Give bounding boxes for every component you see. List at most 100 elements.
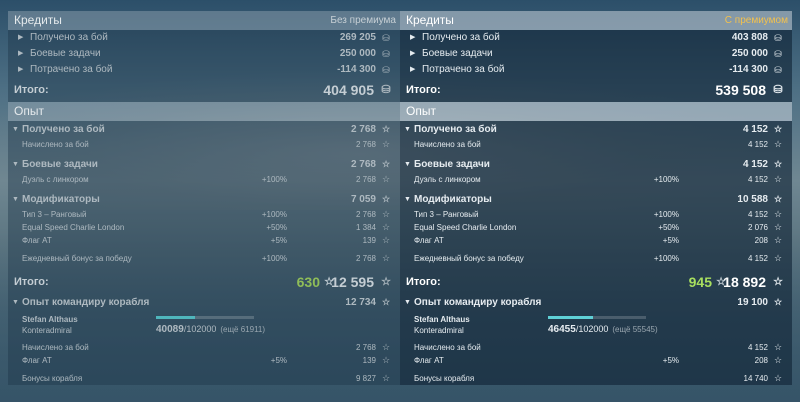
commander-name: Stefan Althaus — [414, 315, 470, 324]
commander-exp-row: Флаг AT +5% 139 ☆ — [8, 354, 400, 367]
credit-row-value: 269 205 — [339, 32, 376, 43]
coin-stack-icon: ⛁ — [773, 84, 783, 96]
modifier-row: Тип 3 – Ранговый +100% 4 152 ☆ — [400, 208, 792, 221]
star-icon: ☆ — [381, 373, 391, 383]
credit-row[interactable]: ▶ Боевые задачи 250 000 ⛁ — [8, 46, 400, 62]
arrow-right-icon: ▶ — [18, 34, 24, 41]
credit-row-label: Боевые задачи — [422, 48, 493, 59]
credits-title: Кредиты — [406, 13, 454, 27]
exp-battle-section[interactable]: ▼ Получено за бой 2 768 ☆ — [8, 121, 400, 138]
exp-task-row-label: Дуэль с линкором — [414, 175, 481, 184]
credits-total: Итого: 539 508 ⛁ — [400, 78, 792, 102]
star-icon: ☆ — [381, 297, 391, 307]
credit-row-label: Получено за бой — [30, 32, 108, 43]
coin-stack-icon: ⛁ — [382, 33, 390, 43]
exp-battle-earned: Начислено за бой 2 768 ☆ — [8, 138, 400, 151]
exp-modifiers-section-value: 10 588 — [737, 194, 768, 205]
star-icon: ☆ — [773, 139, 783, 149]
commander-exp-row: Флаг AT +5% 208 ☆ — [400, 354, 792, 367]
exp-tasks-section-label: Боевые задачи — [414, 159, 490, 170]
commander-exp-section[interactable]: ▼ Опыт командиру корабля 12 734 ☆ — [8, 294, 400, 311]
exp-modifiers-section[interactable]: ▼ Модификаторы 7 059 ☆ — [8, 191, 400, 208]
credit-row-label: Потрачено за бой — [30, 64, 113, 75]
credits-total-value: 539 508 — [715, 82, 766, 98]
daily-bonus-row-percent: +100% — [261, 254, 287, 263]
credit-row-value: 403 808 — [731, 32, 768, 43]
exp-tasks-section[interactable]: ▼ Боевые задачи 4 152 ☆ — [400, 156, 792, 173]
coin-stack-icon: ⛁ — [382, 65, 390, 75]
commander-exp-remaining: (ещё 61911) — [220, 325, 266, 334]
modifier-row-label: Тип 3 – Ранговый — [414, 210, 479, 219]
credits-total-label: Итого: — [406, 84, 441, 96]
modifier-row-value: 1 384 — [355, 223, 376, 232]
star-icon: ☆ — [773, 342, 783, 352]
star-icon: ☆ — [381, 139, 391, 149]
exp-task-row-percent: +100% — [653, 175, 679, 184]
star-icon: ☆ — [773, 209, 783, 219]
credit-row-value: 250 000 — [339, 48, 376, 59]
credits-panel: ▶ Получено за бой 403 808 ⛁ ▶ Боевые задачи 25… — [400, 30, 792, 102]
credits-total-label: Итого: — [14, 84, 49, 96]
arrow-down-icon: ▼ — [404, 161, 411, 168]
exp-battle-earned-label: Начислено за бой — [414, 140, 481, 149]
credits-total-value: 404 905 — [323, 82, 374, 98]
exp-modifiers-section[interactable]: ▼ Модификаторы 10 588 ☆ — [400, 191, 792, 208]
commander-exp-row-value: 4 152 — [747, 343, 768, 352]
ship-bonus-row: Бонусы корабля 9 827 ☆ — [8, 372, 400, 385]
commander-exp-row-label: Начислено за бой — [22, 343, 89, 352]
arrow-down-icon: ▼ — [404, 299, 411, 306]
arrow-right-icon: ▶ — [410, 34, 416, 41]
arrow-down-icon: ▼ — [12, 161, 19, 168]
arrow-right-icon: ▶ — [410, 50, 416, 57]
modifier-row: Флаг AT +5% 208 ☆ — [400, 234, 792, 247]
coin-stack-icon: ⛁ — [774, 33, 782, 43]
exp-battle-section-label: Получено за бой — [22, 124, 105, 135]
modifier-row-percent: +50% — [266, 223, 287, 232]
modifier-row-percent: +5% — [270, 236, 287, 245]
modifier-row-value: 2 768 — [355, 210, 376, 219]
commander-progress-fill — [156, 316, 195, 319]
commander-exp-row-percent: +5% — [662, 356, 679, 365]
commander-exp-section[interactable]: ▼ Опыт командиру корабля 19 100 ☆ — [400, 294, 792, 311]
commander-exp-row-value: 208 — [754, 356, 768, 365]
credit-row[interactable]: ▶ Боевые задачи 250 000 ⛁ — [400, 46, 792, 62]
daily-bonus-row-label: Ежедневный бонус за победу — [22, 254, 132, 263]
exp-total: Итого: 945 ☆ 18 892 ☆ — [400, 270, 792, 294]
modifier-row-value: 4 152 — [747, 210, 768, 219]
exp-tasks-section[interactable]: ▼ Боевые задачи 2 768 ☆ — [8, 156, 400, 173]
credits-panel: ▶ Получено за бой 269 205 ⛁ ▶ Боевые задачи 25… — [8, 30, 400, 102]
commander-card: Stefan Althaus Konteradmiral 46455/102000(… — [400, 311, 792, 341]
commander-progress-text: 46455/102000 (ещё 55545) — [548, 324, 658, 335]
exp-total-label: Итого: — [14, 276, 49, 288]
exp-total-value: 12 595 — [331, 274, 374, 290]
credit-row-label: Получено за бой — [422, 32, 500, 43]
daily-bonus-row-value: 4 152 — [747, 254, 768, 263]
daily-bonus-row-label: Ежедневный бонус за победу — [414, 254, 524, 263]
commander-card: Stefan Althaus Konteradmiral 40089/102000(… — [8, 311, 400, 341]
credit-row[interactable]: ▶ Получено за бой 403 808 ⛁ — [400, 30, 792, 46]
exp-battle-section-label: Получено за бой — [414, 124, 497, 135]
daily-bonus-row: Ежедневный бонус за победу +100% 4 152 ☆ — [400, 252, 792, 265]
arrow-right-icon: ▶ — [18, 66, 24, 73]
exp-task-row: Дуэль с линкором +100% 4 152 ☆ — [400, 173, 792, 186]
credit-row[interactable]: ▶ Потрачено за бой -114 300 ⛁ — [8, 62, 400, 78]
star-icon: ☆ — [381, 355, 391, 365]
arrow-down-icon: ▼ — [404, 196, 411, 203]
premium-status-tag: С премиумом — [724, 15, 788, 26]
exp-task-row-value: 2 768 — [355, 175, 376, 184]
arrow-down-icon: ▼ — [12, 126, 19, 133]
star-icon: ☆ — [381, 174, 391, 184]
credit-row[interactable]: ▶ Получено за бой 269 205 ⛁ — [8, 30, 400, 46]
modifier-row-value: 208 — [754, 236, 768, 245]
commander-rank: Konteradmiral — [22, 326, 72, 335]
commander-exp-section-value: 12 734 — [345, 297, 376, 308]
credit-row-label: Потрачено за бой — [422, 64, 505, 75]
commander-exp-current: 46455 — [548, 324, 576, 335]
credit-row[interactable]: ▶ Потрачено за бой -114 300 ⛁ — [400, 62, 792, 78]
commander-name: Stefan Althaus — [22, 315, 78, 324]
commander-exp-section-value: 19 100 — [737, 297, 768, 308]
modifier-row-percent: +100% — [653, 210, 679, 219]
exp-battle-section[interactable]: ▼ Получено за бой 4 152 ☆ — [400, 121, 792, 138]
star-icon: ☆ — [381, 159, 391, 169]
coin-stack-icon: ⛁ — [774, 49, 782, 59]
